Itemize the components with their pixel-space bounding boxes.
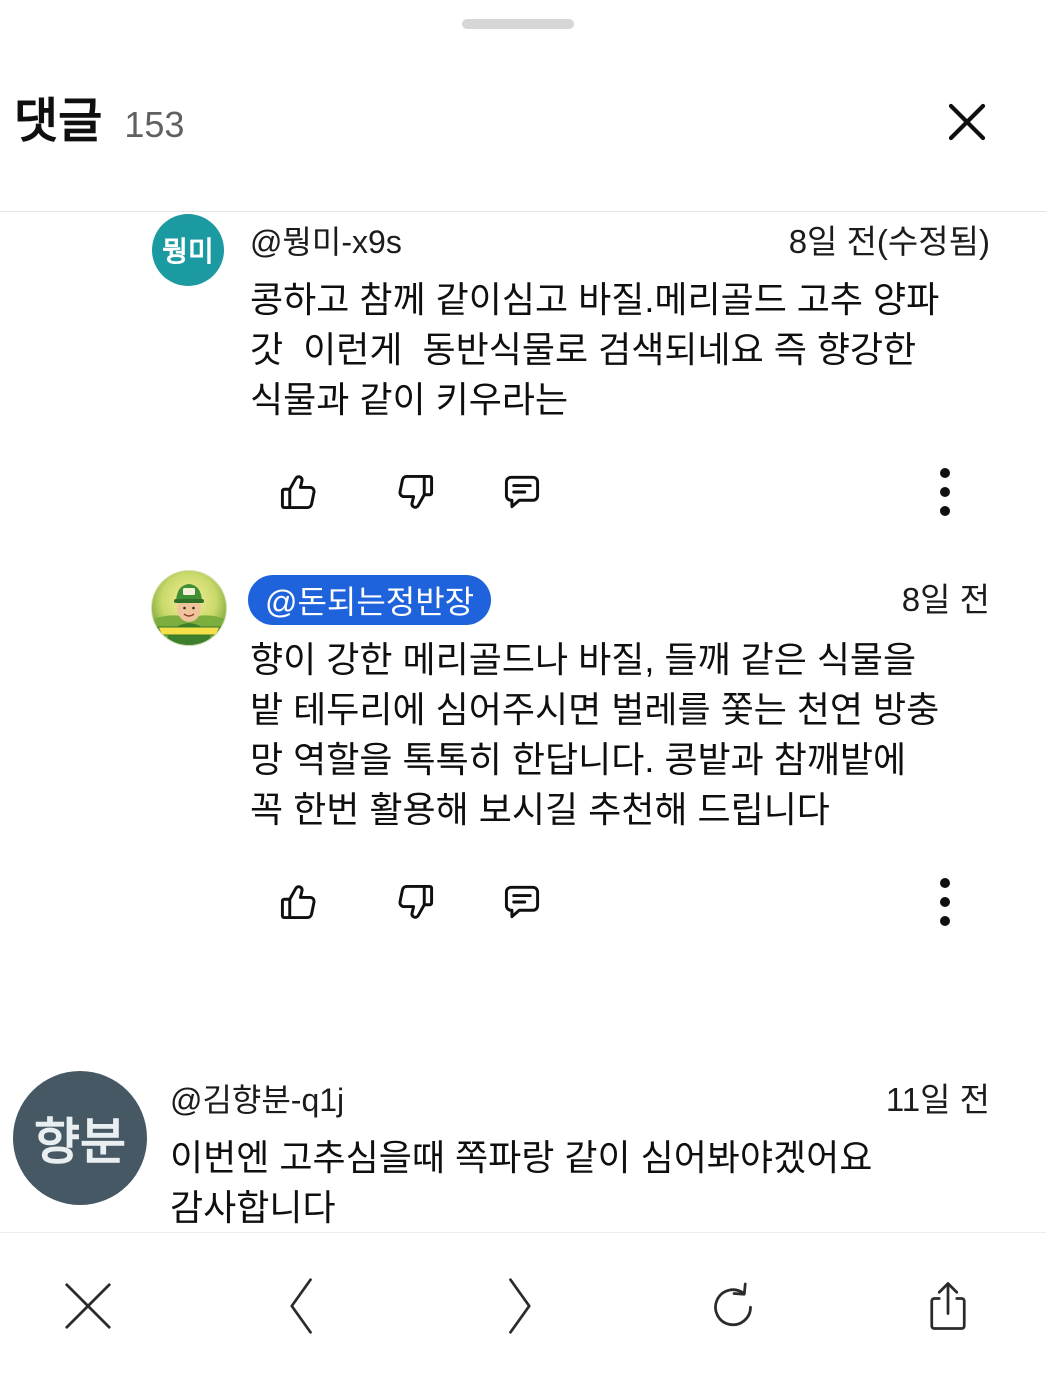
channel-avatar-illustration [151, 570, 227, 646]
browser-toolbar [0, 1232, 1046, 1374]
reload-icon [714, 1282, 752, 1327]
thumbs-up-icon [280, 885, 316, 920]
comment-actions [0, 467, 1046, 517]
comment-timestamp: 11일 전 [885, 1081, 990, 1118]
top-level-comment: 향분 @김향분-q1j 11일 전 이번엔 고추심을때 쪽파랑 같이 심어봐야겠… [0, 1062, 1046, 1232]
reply-button[interactable] [500, 880, 544, 924]
close-icon [948, 103, 986, 141]
back-icon [290, 1278, 312, 1334]
more-options-button[interactable] [939, 877, 951, 927]
comment-count: 153 [124, 104, 185, 145]
like-button[interactable] [276, 470, 320, 514]
avatar[interactable]: 향분 [13, 1071, 147, 1205]
comment-body: 이번엔 고추심을때 쪽파랑 같이 심어봐야겠어요 감사합니다 [170, 1137, 873, 1228]
dislike-button[interactable] [394, 880, 438, 924]
dislike-button[interactable] [394, 470, 438, 514]
comment-list[interactable]: 뭥미 @뭥미-x9s 8일 전(수정됨) 콩하고 참께 같이심고 바질.메리골드… [0, 212, 1046, 1232]
close-sheet-button[interactable] [943, 98, 991, 146]
reply-button[interactable] [500, 470, 544, 514]
sheet-header: 댓글 153 [14, 92, 184, 152]
comment-actions [0, 877, 1046, 927]
reply-icon [504, 885, 540, 919]
reload-button[interactable] [703, 1276, 763, 1336]
channel-avatar[interactable] [151, 570, 227, 646]
like-button[interactable] [276, 880, 320, 924]
toolbar-close-button[interactable] [58, 1276, 118, 1336]
comment-timestamp: 8일 전(수정됨) [788, 223, 990, 260]
comment-timestamp: 8일 전 [901, 581, 990, 618]
more-vert-icon [940, 878, 950, 926]
forward-button[interactable] [488, 1276, 548, 1336]
thumbs-up-icon [280, 475, 316, 510]
comments-sheet: 댓글 153 뭥미 @뭥미-x9s 8일 전(수정됨) 콩하고 참께 같이심고 … [0, 0, 1046, 1374]
avatar-initials: 뭥미 [162, 236, 214, 267]
back-button[interactable] [273, 1276, 333, 1336]
comment-body: 향이 강한 메리골드나 바질, 들깨 같은 식물을 밭 테두리에 심어주시면 벌… [250, 639, 940, 830]
reply-icon [504, 475, 540, 509]
avatar-initials: 향분 [34, 1114, 126, 1170]
close-icon [65, 1283, 111, 1329]
sheet-title: 댓글 [14, 95, 103, 148]
drag-handle[interactable] [462, 19, 574, 29]
thumbs-down-icon [398, 474, 434, 509]
share-icon [930, 1282, 966, 1330]
avatar[interactable]: 뭥미 [152, 214, 224, 286]
forward-icon [509, 1278, 531, 1334]
creator-handle-badge[interactable]: @돈되는정반장 [248, 575, 492, 625]
comment-handle[interactable]: @뭥미-x9s [250, 220, 402, 264]
comment-body: 콩하고 참께 같이심고 바질.메리골드 고추 양파 갓 이런게 동반식물로 검색… [250, 279, 940, 420]
more-options-button[interactable] [939, 467, 951, 517]
share-button[interactable] [918, 1276, 978, 1336]
thumbs-down-icon [398, 884, 434, 919]
creator-reply-comment: @돈되는정반장 8일 전 향이 강한 메리골드나 바질, 들깨 같은 식물을 밭… [0, 567, 1046, 947]
more-vert-icon [940, 468, 950, 516]
comment-handle[interactable]: @김향분-q1j [170, 1078, 344, 1122]
reply-comment: 뭥미 @뭥미-x9s 8일 전(수정됨) 콩하고 참께 같이심고 바질.메리골드… [0, 212, 1046, 562]
